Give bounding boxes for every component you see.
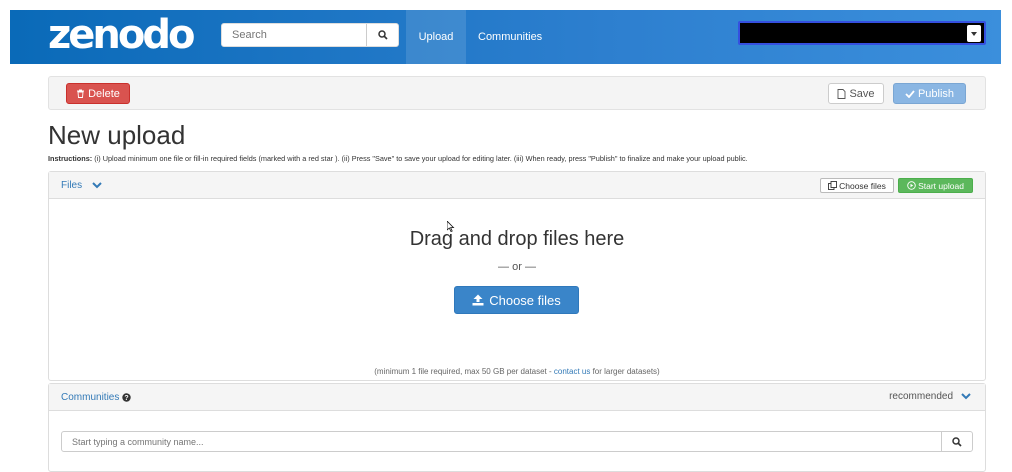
top-navbar: zenodo Upload Communities: [10, 10, 1001, 64]
instructions-text: Instructions: (i) Upload minimum one fil…: [48, 154, 988, 163]
mouse-cursor-icon: [447, 221, 455, 232]
communities-panel: Communities ? recommended: [48, 383, 986, 472]
file-icon: [838, 88, 846, 99]
question-circle-icon[interactable]: ?: [122, 393, 132, 402]
chevron-down-icon: [961, 393, 971, 400]
instructions-label: Instructions:: [48, 154, 93, 163]
nav-communities[interactable]: Communities: [478, 10, 542, 64]
files-heading: Files: [61, 180, 83, 191]
choose-files-button[interactable]: Choose files: [454, 286, 579, 314]
recommended-label: recommended: [889, 391, 953, 402]
files-toggle[interactable]: Files: [61, 180, 102, 191]
or-separator: — or —: [498, 261, 536, 273]
recommended-toggle[interactable]: recommended: [889, 391, 971, 402]
publish-label: Publish: [917, 87, 955, 100]
choose-files-small-label: Choose files: [839, 180, 886, 191]
search-icon: [952, 436, 962, 447]
publish-button[interactable]: Publish: [893, 83, 966, 104]
copy-icon: [828, 181, 838, 190]
upload-icon: [472, 294, 484, 306]
zenodo-logo[interactable]: zenodo: [48, 13, 195, 57]
delete-label: Delete: [88, 87, 120, 100]
action-toolbar: Delete Save Publish: [48, 76, 986, 110]
search-input[interactable]: [222, 24, 365, 46]
play-circle-icon: [907, 181, 916, 190]
trash-icon: [77, 89, 85, 98]
community-search-input[interactable]: [62, 432, 942, 451]
note-suffix: for larger datasets): [590, 367, 660, 376]
start-upload-label: Start upload: [918, 180, 964, 191]
instructions-body: (i) Upload minimum one file or fill-in r…: [92, 154, 748, 163]
search-button[interactable]: [366, 24, 398, 46]
communities-heading: Communities: [61, 392, 120, 403]
delete-button[interactable]: Delete: [66, 83, 130, 104]
drag-drop-zone[interactable]: Drag and drop files here: [49, 228, 985, 251]
svg-text:?: ?: [125, 395, 129, 402]
community-search-box: [61, 431, 973, 452]
file-requirements-note: (minimum 1 file required, max 50 GB per …: [49, 367, 985, 376]
community-search-button[interactable]: [941, 432, 972, 451]
search-box: [221, 23, 399, 47]
nav-upload[interactable]: Upload: [406, 10, 466, 64]
chevron-down-icon: [92, 182, 102, 189]
choose-files-label: Choose files: [489, 292, 561, 308]
caret-down-icon: [971, 31, 977, 36]
check-icon: [905, 89, 915, 98]
save-label: Save: [849, 87, 875, 100]
files-panel-heading: Files Choose files Start upload: [49, 172, 985, 199]
communities-heading-group: Communities ?: [61, 392, 132, 403]
user-menu-caret[interactable]: [967, 25, 981, 42]
user-menu[interactable]: [738, 21, 986, 45]
choose-files-small-button[interactable]: Choose files: [820, 178, 894, 193]
contact-us-link[interactable]: contact us: [554, 367, 590, 376]
search-icon: [377, 30, 388, 40]
save-button[interactable]: Save: [828, 83, 884, 104]
communities-panel-heading: Communities ? recommended: [49, 384, 985, 411]
start-upload-button[interactable]: Start upload: [898, 178, 973, 193]
files-panel: Files Choose files Start upload Drag and…: [48, 171, 986, 381]
note-prefix: (minimum 1 file required, max 50 GB per …: [374, 367, 554, 376]
page-title: New upload: [48, 120, 186, 150]
